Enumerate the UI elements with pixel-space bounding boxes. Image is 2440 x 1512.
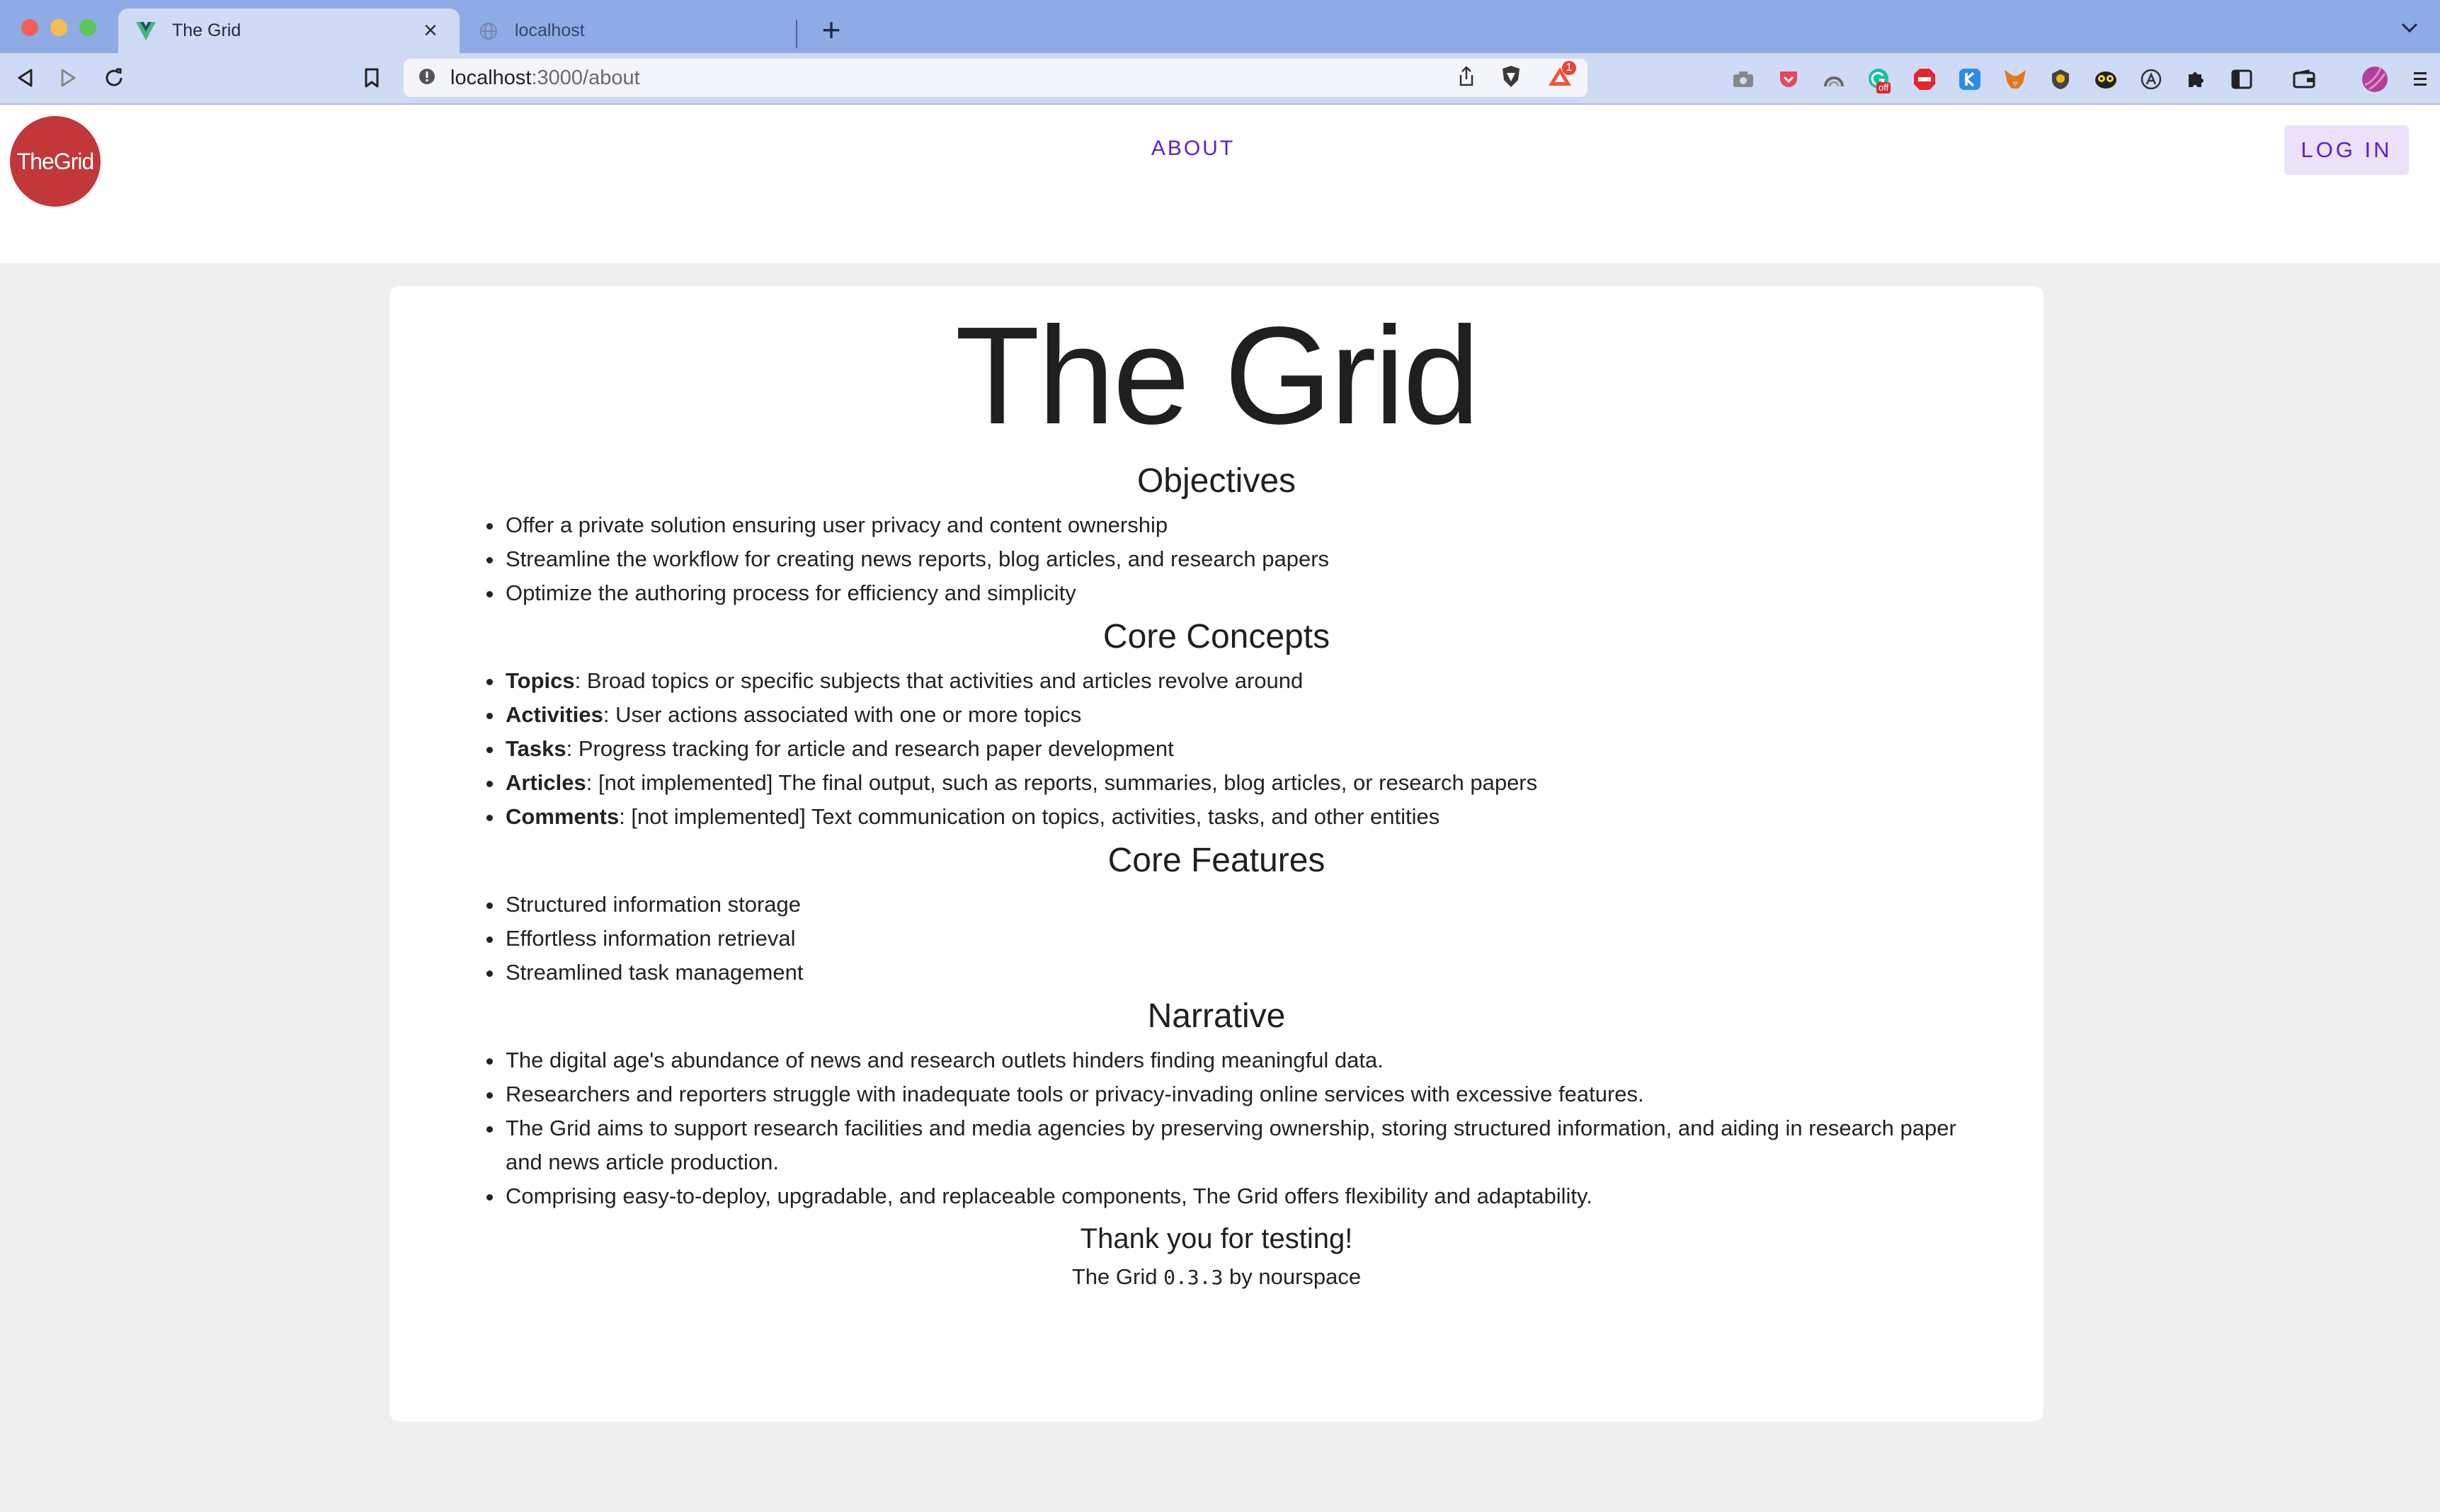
globe-icon <box>478 21 499 42</box>
brave-rewards-icon[interactable]: 1 <box>1546 60 1576 91</box>
tab-localhost[interactable]: localhost <box>461 8 797 53</box>
tab-title: localhost <box>515 21 585 40</box>
tab-close-icon[interactable]: × <box>418 17 443 45</box>
window-minimize-button[interactable] <box>50 19 67 36</box>
url-host: localhost <box>450 66 532 89</box>
thegrid-logo[interactable]: TheGrid <box>10 116 101 207</box>
share-icon[interactable] <box>1457 65 1476 91</box>
narrative-list: The digital age's abundance of news and … <box>446 1043 1987 1213</box>
core-concepts-heading: Core Concepts <box>1102 618 1330 655</box>
camera-icon[interactable] <box>1728 64 1759 95</box>
page-title: The Grid <box>954 298 1480 453</box>
list-item: Tasks: Progress tracking for article and… <box>504 732 1987 766</box>
list-item: Comprising easy-to-deploy, upgradable, a… <box>504 1179 1987 1213</box>
concept-term: Topics <box>506 668 575 693</box>
address-bar[interactable]: localhost:3000/about 1 <box>404 59 1587 97</box>
window-close-button[interactable] <box>21 19 38 36</box>
list-item: Streamline the workflow for creating new… <box>504 542 1987 576</box>
alert-count-badge: 1 <box>1562 60 1576 75</box>
new-tab-plus-icon[interactable]: + <box>816 11 847 48</box>
core-features-list: Structured information storage Effortles… <box>446 888 1987 990</box>
thanks-message: Thank you for testing! <box>1080 1223 1353 1254</box>
pocket-icon[interactable] <box>1773 64 1804 95</box>
concept-description: : Progress tracking for article and rese… <box>566 736 1174 761</box>
nav-about-link[interactable]: ABOUT <box>1133 134 1253 163</box>
metamask-fox-icon[interactable] <box>2000 64 2031 95</box>
core-concepts-list: Topics: Broad topics or specific subject… <box>446 664 1987 834</box>
narrative-heading: Narrative <box>1147 997 1286 1035</box>
tab-separator <box>796 20 797 48</box>
list-item: Optimize the authoring process for effic… <box>504 576 1987 610</box>
profile-avatar-icon[interactable] <box>2359 64 2390 95</box>
list-item: Offer a private solution ensuring user p… <box>504 508 1987 542</box>
adblock-icon[interactable] <box>1909 64 1940 95</box>
extensions-row: off <box>1728 62 2436 97</box>
owl-icon[interactable] <box>2090 64 2121 95</box>
browser-toolbar: localhost:3000/about 1 off <box>0 53 2440 105</box>
core-features-heading: Core Features <box>1107 842 1326 879</box>
url-text[interactable]: localhost:3000/about <box>450 67 1457 90</box>
grammarly-icon[interactable]: off <box>1864 64 1895 95</box>
list-item: Structured information storage <box>504 888 1987 922</box>
vue-logo-icon <box>135 21 156 42</box>
objectives-heading: Objectives <box>1136 462 1296 500</box>
browser-tab-bar: The Grid × localhost + <box>0 0 2440 53</box>
version-footer: The Grid 0.3.3 by nourspace <box>446 1260 1987 1295</box>
bookmark-icon[interactable] <box>354 60 389 96</box>
list-item: Activities: User actions associated with… <box>504 698 1987 732</box>
tab-list-chevron-icon[interactable] <box>2400 16 2419 40</box>
reload-icon[interactable] <box>96 60 132 96</box>
back-arrow-icon[interactable] <box>7 60 42 96</box>
forward-arrow-icon[interactable] <box>51 60 86 96</box>
browser-menu-icon[interactable] <box>2405 64 2436 95</box>
url-path: :3000/about <box>531 66 640 89</box>
list-item: Topics: Broad topics or specific subject… <box>504 664 1987 698</box>
list-item: Streamlined task management <box>504 956 1987 990</box>
concept-description: : Broad topics or specific subjects that… <box>574 668 1304 693</box>
sidebar-toggle-icon[interactable] <box>2226 64 2257 95</box>
list-item: Effortless information retrieval <box>504 922 1987 956</box>
wallet-extension-icon[interactable] <box>2045 64 2076 95</box>
list-item: The Grid aims to support research facili… <box>504 1111 1987 1179</box>
tab-title: The Grid <box>172 21 241 40</box>
tab-the-grid[interactable]: The Grid × <box>118 8 460 53</box>
concept-description: : User actions associated with one or mo… <box>603 702 1082 727</box>
footer-suffix: by nourspace <box>1223 1264 1362 1289</box>
concept-term: Tasks <box>506 736 566 761</box>
concept-term: Articles <box>506 770 586 795</box>
brave-wallet-icon[interactable] <box>2288 64 2320 95</box>
list-item: Researchers and reporters struggle with … <box>504 1077 1987 1111</box>
k-extension-icon[interactable] <box>1954 64 1985 95</box>
app-header: TheGrid ABOUT LOG IN <box>0 105 2440 263</box>
login-button[interactable]: LOG IN <box>2284 125 2409 175</box>
about-card: The Grid Objectives Offer a private solu… <box>389 286 2043 1421</box>
concept-term: Activities <box>506 702 603 727</box>
concept-term: Comments <box>506 804 620 829</box>
window-zoom-button[interactable] <box>79 19 96 36</box>
grammarly-off-badge: off <box>1876 82 1891 93</box>
list-item: The digital age's abundance of news and … <box>504 1043 1987 1077</box>
footer-prefix: The Grid <box>1071 1264 1164 1289</box>
translate-a-icon[interactable] <box>2136 64 2167 95</box>
concept-description: : [not implemented] The final output, su… <box>586 770 1538 795</box>
list-item: Comments: [not implemented] Text communi… <box>504 800 1987 834</box>
site-info-icon[interactable] <box>418 67 436 89</box>
brave-shields-icon[interactable] <box>1500 64 1522 92</box>
concept-description: : [not implemented] Text communication o… <box>619 804 1440 829</box>
version-number: 0.3.3 <box>1163 1266 1224 1289</box>
rainbow-icon[interactable] <box>1818 64 1849 95</box>
list-item: Articles: [not implemented] The final ou… <box>504 766 1987 800</box>
objectives-list: Offer a private solution ensuring user p… <box>446 508 1987 610</box>
extensions-puzzle-icon[interactable] <box>2181 64 2212 95</box>
